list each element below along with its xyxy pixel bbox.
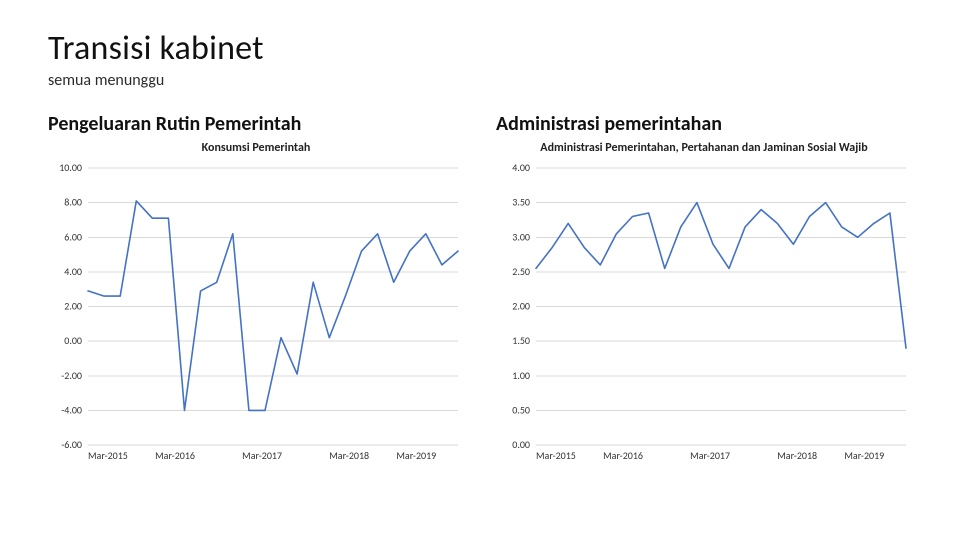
svg-text:0.00: 0.00 <box>64 334 82 347</box>
section-title-right: Administrasi pemerintahan <box>496 112 912 136</box>
chart-title-right: Administrasi Pemerintahan, Pertahanan da… <box>496 142 912 156</box>
left-column: Pengeluaran Rutin Pemerintah Konsumsi Pe… <box>48 112 464 467</box>
section-title-left: Pengeluaran Rutin Pemerintah <box>48 112 464 136</box>
svg-text:Mar-2016: Mar-2016 <box>155 449 195 462</box>
chart-left: -6.00 -4.00 -2.00 0.00 2.00 4.00 6.00 8.00 10.00… <box>48 162 464 467</box>
svg-text:3.50: 3.50 <box>512 195 530 208</box>
svg-text:Mar-2016: Mar-2016 <box>603 449 643 462</box>
svg-text:Mar-2018: Mar-2018 <box>777 449 817 462</box>
svg-text:Mar-2019: Mar-2019 <box>844 449 884 462</box>
svg-text:Mar-2017: Mar-2017 <box>242 449 282 462</box>
svg-text:3.00: 3.00 <box>512 230 530 243</box>
svg-text:Mar-2018: Mar-2018 <box>329 449 369 462</box>
svg-text:Mar-2019: Mar-2019 <box>396 449 436 462</box>
page-subtitle: semua menunggu <box>48 71 912 90</box>
slide: Transisi kabinet semua menunggu Pengelua… <box>0 0 960 540</box>
svg-text:2.50: 2.50 <box>512 265 530 278</box>
svg-text:4.00: 4.00 <box>512 162 530 174</box>
svg-text:0.50: 0.50 <box>512 403 530 416</box>
svg-text:2.00: 2.00 <box>64 299 82 312</box>
chart-right: 0.00 0.50 1.00 1.50 2.00 2.50 3.00 3.50 4.00 Mar-… <box>496 162 912 467</box>
svg-text:10.00: 10.00 <box>59 162 82 174</box>
svg-text:1.50: 1.50 <box>512 334 530 347</box>
chart-title-left: Konsumsi Pemerintah <box>48 142 464 156</box>
svg-text:-6.00: -6.00 <box>61 438 82 451</box>
svg-text:0.00: 0.00 <box>512 438 530 451</box>
svg-text:4.00: 4.00 <box>64 265 82 278</box>
svg-text:6.00: 6.00 <box>64 230 82 243</box>
svg-text:2.00: 2.00 <box>512 299 530 312</box>
columns: Pengeluaran Rutin Pemerintah Konsumsi Pe… <box>48 112 912 467</box>
svg-text:1.00: 1.00 <box>512 369 530 382</box>
svg-text:Mar-2017: Mar-2017 <box>690 449 730 462</box>
svg-text:Mar-2015: Mar-2015 <box>88 449 128 462</box>
svg-text:Mar-2015: Mar-2015 <box>536 449 576 462</box>
page-title: Transisi kabinet <box>48 28 912 69</box>
svg-text:-4.00: -4.00 <box>61 403 82 416</box>
svg-text:8.00: 8.00 <box>64 195 82 208</box>
svg-text:-2.00: -2.00 <box>61 369 82 382</box>
right-column: Administrasi pemerintahan Administrasi P… <box>496 112 912 467</box>
